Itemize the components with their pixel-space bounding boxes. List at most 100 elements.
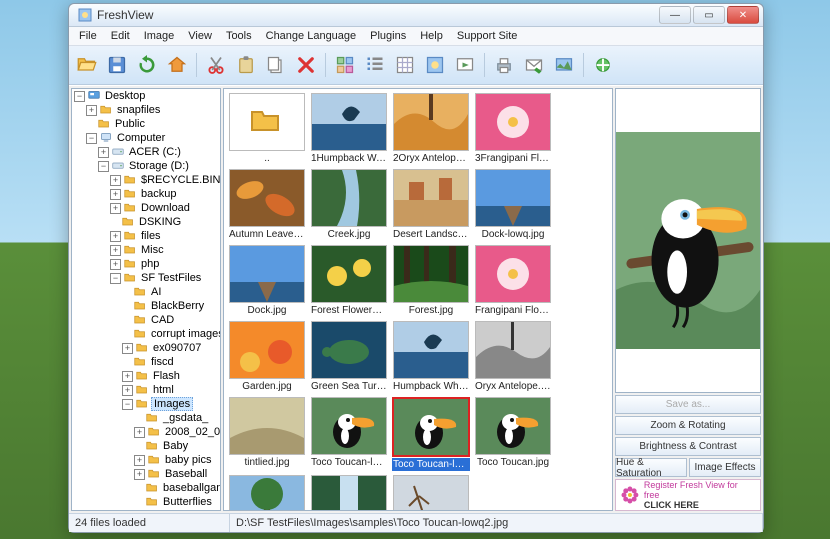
home-button[interactable]	[163, 51, 191, 79]
menu-change-language[interactable]: Change Language	[260, 29, 363, 43]
image-effects-button[interactable]: Image Effects	[689, 458, 761, 477]
thumbnail-item[interactable]: Frangipani Flow....jpg	[474, 245, 552, 317]
tree-item[interactable]: +snapfiles	[86, 103, 220, 117]
thumbnail-item[interactable]: Dock-lowq.jpg	[474, 169, 552, 241]
tree-toggle[interactable]: +	[110, 203, 121, 214]
refresh-button[interactable]	[133, 51, 161, 79]
tree-toggle[interactable]: −	[86, 133, 97, 144]
maximize-button[interactable]: ▭	[693, 6, 725, 24]
mail-button[interactable]	[520, 51, 548, 79]
tree-item[interactable]: −Images	[122, 397, 220, 411]
tree-item[interactable]: +Flash	[122, 369, 220, 383]
tree-item[interactable]: Public	[86, 117, 220, 131]
tree-toggle[interactable]: +	[110, 189, 121, 200]
thumbnail-pane[interactable]: ..1Humpback W....jpg2Oryx Antelope.jpg3F…	[223, 88, 613, 511]
tree-toggle[interactable]: −	[98, 161, 109, 172]
tree-item[interactable]: +files	[110, 229, 220, 243]
tree-item[interactable]: corrupt images	[122, 327, 220, 341]
tree-toggle[interactable]: +	[98, 147, 109, 158]
tree-item[interactable]: _gsdata_	[134, 411, 220, 425]
details-button[interactable]	[391, 51, 419, 79]
thumbnail-item[interactable]: 3Frangipani Flo....jpg	[474, 93, 552, 165]
thumbnail-item[interactable]: Winter Leaves.jpg	[392, 475, 470, 511]
tree-item[interactable]: +ex090707	[122, 341, 220, 355]
menu-support-site[interactable]: Support Site	[451, 29, 524, 43]
thumbnail-item[interactable]: Tree.jpg	[228, 475, 306, 511]
print-button[interactable]	[490, 51, 518, 79]
thumbnail-item[interactable]: Forest.jpg	[392, 245, 470, 317]
thumbnail-item[interactable]: Forest Flowers.jpg	[310, 245, 388, 317]
wallpaper-button[interactable]	[550, 51, 578, 79]
tree-toggle[interactable]: +	[110, 231, 121, 242]
thumbnail-item[interactable]: Green Sea Turtle.jpg	[310, 321, 388, 393]
tree-item[interactable]: +Misc	[110, 243, 220, 257]
thumbnail-item[interactable]: 2Oryx Antelope.jpg	[392, 93, 470, 165]
menu-help[interactable]: Help	[414, 29, 449, 43]
tree-toggle[interactable]: −	[122, 399, 133, 410]
thumbnails-button[interactable]	[331, 51, 359, 79]
thumbnail-item[interactable]: Waterfall.jpg	[310, 475, 388, 511]
slideshow-button[interactable]	[451, 51, 479, 79]
tree-toggle[interactable]: +	[122, 343, 133, 354]
minimize-button[interactable]: —	[659, 6, 691, 24]
menu-view[interactable]: View	[182, 29, 218, 43]
tree-item[interactable]: baseballgame	[134, 481, 220, 495]
copy-button[interactable]	[262, 51, 290, 79]
tree-item[interactable]: Baby	[134, 439, 220, 453]
close-button[interactable]: ✕	[727, 6, 759, 24]
tree-item[interactable]: −SF TestFiles	[110, 271, 220, 285]
thumbnail-item[interactable]: Toco Toucan-lo....jpg	[310, 397, 388, 471]
tree-item[interactable]: +baby pics	[134, 453, 220, 467]
tree-toggle[interactable]: +	[110, 259, 121, 270]
folder-tree-pane[interactable]: −Desktop+snapfilesPublic−Computer+ACER (…	[71, 88, 221, 511]
tree-item[interactable]: fiscd	[122, 355, 220, 369]
tree-item[interactable]: +$RECYCLE.BIN	[110, 173, 220, 187]
save-as-button[interactable]: Save as...	[615, 395, 761, 414]
tree-item[interactable]: +html	[122, 383, 220, 397]
menu-edit[interactable]: Edit	[105, 29, 136, 43]
tree-toggle[interactable]: +	[134, 427, 145, 438]
tree-item[interactable]: −Computer	[86, 131, 220, 145]
tree-root[interactable]: −Desktop	[74, 89, 220, 103]
thumbnail-item[interactable]: 1Humpback W....jpg	[310, 93, 388, 165]
tree-item[interactable]: DSKING	[110, 215, 220, 229]
tree-item[interactable]: BlackBerry	[122, 299, 220, 313]
tree-item[interactable]: +Baseball	[134, 467, 220, 481]
tree-toggle[interactable]: +	[110, 245, 121, 256]
tree-toggle[interactable]: −	[110, 273, 121, 284]
thumbnail-item[interactable]: Toco Toucan-lo....jpg	[392, 397, 470, 471]
thumbnail-item[interactable]: ..	[228, 93, 306, 165]
brightness-contrast-button[interactable]: Brightness & Contrast	[615, 437, 761, 456]
tree-toggle[interactable]: +	[122, 371, 133, 382]
tree-toggle[interactable]: +	[86, 105, 97, 116]
delete-button[interactable]	[292, 51, 320, 79]
menu-tools[interactable]: Tools	[220, 29, 258, 43]
tree-toggle[interactable]: +	[122, 385, 133, 396]
list-button[interactable]	[361, 51, 389, 79]
cut-button[interactable]	[202, 51, 230, 79]
tree-item[interactable]: Family Pics	[134, 509, 220, 511]
paste-button[interactable]	[232, 51, 260, 79]
zoom-rotate-button[interactable]: Zoom & Rotating	[615, 416, 761, 435]
register-banner[interactable]: Register Fresh View for free CLICK HERE	[615, 479, 761, 511]
hue-saturation-button[interactable]: Hue & Saturation	[615, 458, 687, 477]
thumbnail-item[interactable]: Garden.jpg	[228, 321, 306, 393]
tree-item[interactable]: AI	[122, 285, 220, 299]
thumbnail-item[interactable]: Dock.jpg	[228, 245, 306, 317]
folder-open-button[interactable]	[73, 51, 101, 79]
titlebar[interactable]: FreshView — ▭ ✕	[69, 4, 763, 27]
tree-item[interactable]: +Download	[110, 201, 220, 215]
tree-toggle[interactable]: +	[134, 469, 145, 480]
tree-item[interactable]: +2008_02_02	[134, 425, 220, 439]
menu-file[interactable]: File	[73, 29, 103, 43]
tree-toggle[interactable]: +	[134, 455, 145, 466]
tree-item[interactable]: +backup	[110, 187, 220, 201]
thumbnail-item[interactable]: tintlied.jpg	[228, 397, 306, 471]
menu-plugins[interactable]: Plugins	[364, 29, 412, 43]
thumbnail-item[interactable]: Humpback Wh....jpg	[392, 321, 470, 393]
tree-item[interactable]: +php	[110, 257, 220, 271]
thumbnail-item[interactable]: Desert Landsca...	[392, 169, 470, 241]
save-button[interactable]	[103, 51, 131, 79]
tree-item[interactable]: +ACER (C:)	[98, 145, 220, 159]
preview-button[interactable]	[421, 51, 449, 79]
